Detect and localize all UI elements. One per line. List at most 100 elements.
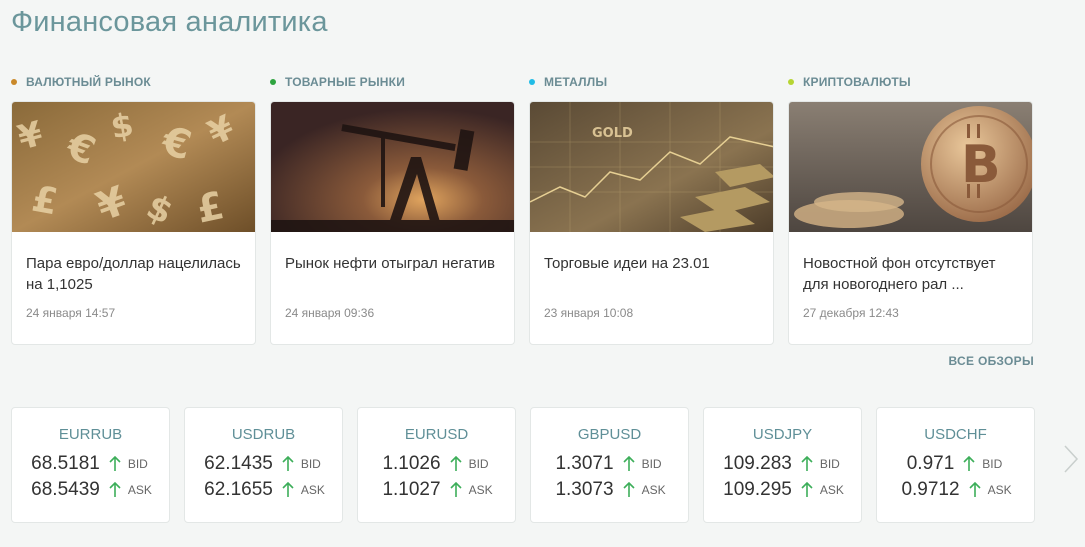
review-image-bitcoin-coins[interactable]: B: [789, 102, 1032, 232]
category-dot: [529, 79, 535, 85]
ask-value: 68.5439: [31, 479, 100, 500]
review-image-gold-bars[interactable]: GOLD: [530, 102, 773, 232]
review-body: Рынок нефти отыграл негатив 24 января 09…: [271, 232, 514, 320]
arrow-up-icon: [622, 456, 635, 472]
ask-row: 0.9712 ASK: [877, 477, 1034, 503]
review-card[interactable]: ¥ € $ € ¥ £ ¥ $ £ Пара евро/доллар нацел…: [11, 101, 256, 345]
review-title[interactable]: Рынок нефти отыграл негатив: [285, 253, 500, 306]
arrow-up-icon: [449, 456, 462, 472]
quote-card[interactable]: USDJPY 109.283 BID 109.295 ASK: [703, 407, 862, 523]
bid-value: 62.1435: [204, 453, 273, 474]
ask-row: 62.1655 ASK: [185, 477, 342, 503]
arrow-up-icon: [449, 482, 462, 498]
chevron-right-icon[interactable]: [1063, 444, 1079, 479]
category-dot: [11, 79, 17, 85]
quote-card[interactable]: GBPUSD 1.3071 BID 1.3073 ASK: [530, 407, 689, 523]
bid-row: 109.283 BID: [704, 451, 861, 477]
arrow-up-icon: [109, 456, 121, 472]
quote-card[interactable]: USDRUB 62.1435 BID 62.1655 ASK: [184, 407, 343, 523]
ask-value: 62.1655: [204, 479, 273, 500]
review-title[interactable]: Пара евро/доллар нацелилась на 1,1025: [26, 253, 241, 306]
quote-card[interactable]: USDCHF 0.971 BID 0.9712 ASK: [876, 407, 1035, 523]
review-date: 24 января 09:36: [285, 306, 375, 320]
ask-label: ASK: [819, 483, 844, 497]
review-card[interactable]: Рынок нефти отыграл негатив 24 января 09…: [270, 101, 515, 345]
arrow-up-icon: [282, 482, 294, 498]
ask-value: 0.9712: [901, 479, 960, 500]
bid-value: 1.3071: [555, 453, 614, 474]
svg-text:B: B: [961, 135, 1001, 195]
review-date: 27 декабря 12:43: [803, 306, 899, 320]
review-column: ВАЛЮТНЫЙ РЫНОК ¥ € $ € ¥ £ ¥ $ £ Пара ев…: [11, 73, 256, 345]
bid-value: 0.971: [906, 453, 955, 474]
review-image-oil-pump[interactable]: [271, 102, 514, 232]
category-header: ТОВАРНЫЕ РЫНКИ: [270, 73, 515, 91]
review-date: 24 января 14:57: [26, 306, 116, 320]
review-body: Пара евро/доллар нацелилась на 1,1025 24…: [12, 232, 255, 320]
quote-pair: USDRUB: [231, 426, 296, 443]
category-label[interactable]: МЕТАЛЛЫ: [544, 75, 607, 89]
arrow-up-icon: [801, 482, 813, 498]
bid-row: 62.1435 BID: [185, 451, 342, 477]
category-label[interactable]: ТОВАРНЫЕ РЫНКИ: [285, 75, 405, 89]
review-column: МЕТАЛЛЫ GOLD Торговые идеи на 23.01 23 я…: [529, 73, 774, 345]
arrow-up-icon: [622, 482, 635, 498]
arrow-up-icon: [968, 482, 981, 498]
ask-row: 1.1027 ASK: [358, 477, 515, 503]
ask-label: ASK: [300, 483, 325, 497]
quote-pair: EURRUB: [58, 426, 123, 443]
quote-pair: EURUSD: [404, 426, 469, 443]
review-card[interactable]: GOLD Торговые идеи на 23.01 23 января 10…: [529, 101, 774, 345]
category-header: ВАЛЮТНЫЙ РЫНОК: [11, 73, 256, 91]
reviews-list: ВАЛЮТНЫЙ РЫНОК ¥ € $ € ¥ £ ¥ $ £ Пара ев…: [11, 73, 1033, 345]
review-date: 23 января 10:08: [544, 306, 634, 320]
category-label[interactable]: ВАЛЮТНЫЙ РЫНОК: [26, 75, 151, 89]
quote-card[interactable]: EURUSD 1.1026 BID 1.1027 ASK: [357, 407, 516, 523]
category-dot: [270, 79, 276, 85]
review-image-currency-symbols[interactable]: ¥ € $ € ¥ £ ¥ $ £: [12, 102, 255, 232]
arrow-up-icon: [282, 456, 294, 472]
quote-pair: USDJPY: [752, 426, 813, 443]
ask-label: ASK: [987, 483, 1012, 497]
review-title[interactable]: Новостной фон отсутствует для новогоднег…: [803, 253, 1018, 306]
arrow-up-icon: [963, 456, 975, 472]
quote-pair: USDCHF: [924, 426, 987, 443]
svg-text:GOLD: GOLD: [592, 126, 633, 141]
category-header: МЕТАЛЛЫ: [529, 73, 774, 91]
bid-value: 1.1026: [382, 453, 441, 474]
bid-row: 1.1026 BID: [358, 451, 515, 477]
category-dot: [788, 79, 794, 85]
bid-label: BID: [300, 457, 321, 471]
bid-row: 0.971 BID: [877, 451, 1034, 477]
bid-label: BID: [127, 457, 148, 471]
review-column: КРИПТОВАЛЮТЫ B Новостной фон отсутствует…: [788, 73, 1033, 345]
page-title: Финансовая аналитика: [11, 6, 328, 38]
review-card[interactable]: B Новостной фон отсутствует для новогодн…: [788, 101, 1033, 345]
all-reviews-link[interactable]: ВСЕ ОБЗОРЫ: [949, 354, 1034, 368]
bid-value: 109.283: [723, 453, 792, 474]
ask-label: ASK: [127, 483, 152, 497]
review-body: Торговые идеи на 23.01 23 января 10:08: [530, 232, 773, 320]
arrow-up-icon: [109, 482, 121, 498]
arrow-up-icon: [801, 456, 813, 472]
ask-label: ASK: [641, 483, 666, 497]
review-title[interactable]: Торговые идеи на 23.01: [544, 253, 759, 306]
bid-row: 68.5181 BID: [12, 451, 169, 477]
review-column: ТОВАРНЫЕ РЫНКИ Рынок нефти отыграл негат…: [270, 73, 515, 345]
ask-row: 1.3073 ASK: [531, 477, 688, 503]
ask-row: 68.5439 ASK: [12, 477, 169, 503]
ask-value: 1.3073: [555, 479, 614, 500]
quotes-list: EURRUB 68.5181 BID 68.5439 ASK USDRUB 62…: [11, 407, 1035, 523]
bid-label: BID: [641, 457, 662, 471]
review-body: Новостной фон отсутствует для новогоднег…: [789, 232, 1032, 320]
bid-value: 68.5181: [31, 453, 100, 474]
category-label[interactable]: КРИПТОВАЛЮТЫ: [803, 75, 911, 89]
bid-label: BID: [982, 457, 1003, 471]
quote-pair: GBPUSD: [577, 426, 642, 443]
ask-value: 109.295: [723, 479, 792, 500]
ask-label: ASK: [468, 483, 493, 497]
quote-card[interactable]: EURRUB 68.5181 BID 68.5439 ASK: [11, 407, 170, 523]
ask-value: 1.1027: [382, 479, 441, 500]
category-header: КРИПТОВАЛЮТЫ: [788, 73, 1033, 91]
ask-row: 109.295 ASK: [704, 477, 861, 503]
